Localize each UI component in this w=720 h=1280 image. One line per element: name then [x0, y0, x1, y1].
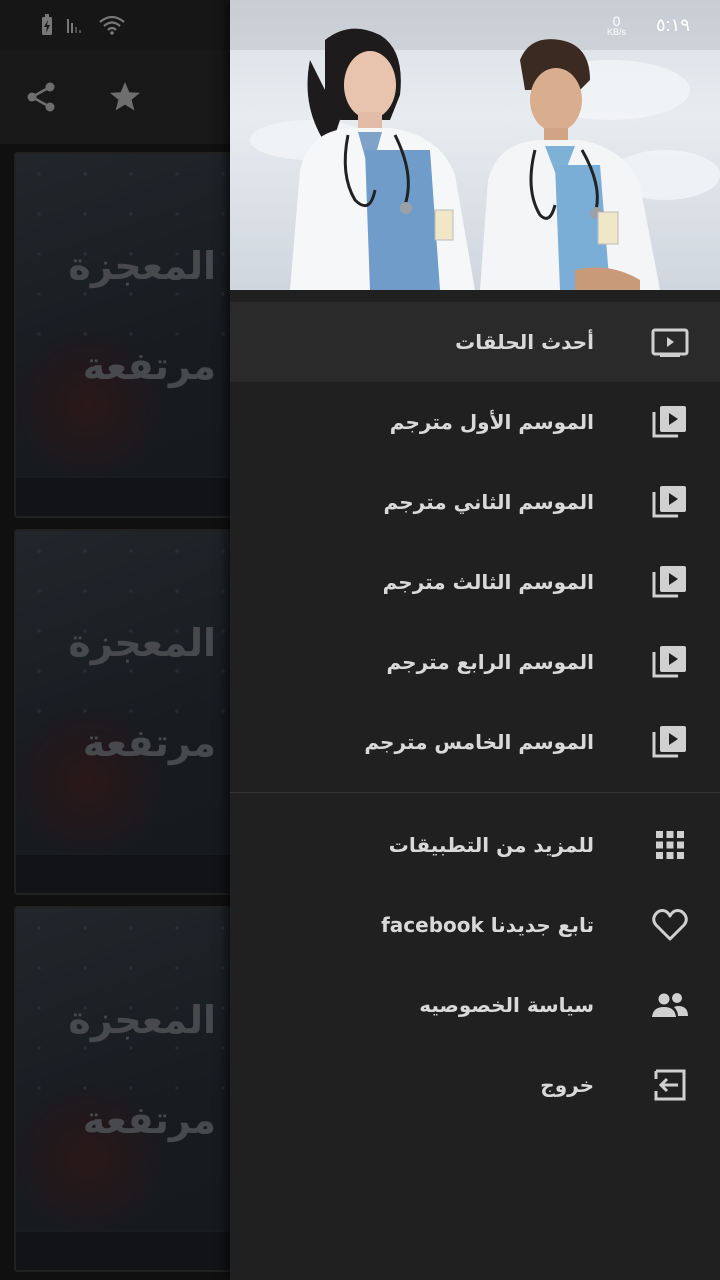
status-clock: ٥:١٩ [655, 14, 690, 35]
menu-item-season-5[interactable]: الموسم الخامس مترجم [230, 702, 720, 782]
video-library-icon [652, 486, 686, 518]
doctors-photo [290, 28, 660, 290]
tv-play-icon [651, 328, 689, 357]
menu-item-label: الموسم الثاني مترجم [383, 490, 594, 514]
menu-item-label: للمزيد من التطبيقات [388, 833, 594, 857]
menu-divider [230, 792, 720, 793]
menu-item-season-3[interactable]: الموسم الثالث مترجم [230, 542, 720, 622]
people-icon [652, 993, 688, 1017]
menu-item-more-apps[interactable]: للمزيد من التطبيقات [230, 805, 720, 885]
video-library-icon [652, 726, 686, 758]
drawer-menu: أحدث الحلقات الموسم الأول مترجم الموسم ا… [230, 302, 720, 1125]
network-speed: 0 KB/s [606, 12, 626, 37]
menu-item-label: الموسم الأول مترجم [389, 410, 594, 434]
menu-item-season-4[interactable]: الموسم الرابع مترجم [230, 622, 720, 702]
menu-item-privacy-policy[interactable]: سياسة الخصوصيه [230, 965, 720, 1045]
heart-icon [652, 909, 688, 941]
video-library-icon [652, 646, 686, 678]
menu-item-label: الموسم الثالث مترجم [382, 570, 594, 594]
menu-item-exit[interactable]: خروج [230, 1045, 720, 1125]
menu-item-season-1[interactable]: الموسم الأول مترجم [230, 382, 720, 462]
menu-item-label: الموسم الخامس مترجم [364, 730, 594, 754]
status-icons-right: 0 KB/s ٥:١٩ [607, 10, 690, 40]
menu-item-label: خروج [540, 1073, 594, 1097]
video-library-icon [652, 566, 686, 598]
navigation-drawer: 0 KB/s ٥:١٩ أحدث الحلقات الموسم الأول مت… [230, 0, 720, 1280]
drawer-header-image: 0 KB/s ٥:١٩ [230, 0, 720, 290]
menu-item-label: الموسم الرابع مترجم [386, 650, 594, 674]
menu-item-follow-facebook[interactable]: تابع جديدنا facebook [230, 885, 720, 965]
video-library-icon [652, 406, 686, 438]
exit-icon [654, 1069, 686, 1101]
menu-item-label: سياسة الخصوصيه [419, 993, 594, 1017]
menu-item-label: أحدث الحلقات [455, 330, 594, 354]
menu-item-label: تابع جديدنا facebook [381, 913, 594, 937]
menu-item-latest-episodes[interactable]: أحدث الحلقات [230, 302, 720, 382]
menu-item-season-2[interactable]: الموسم الثاني مترجم [230, 462, 720, 542]
apps-grid-icon [656, 831, 684, 859]
